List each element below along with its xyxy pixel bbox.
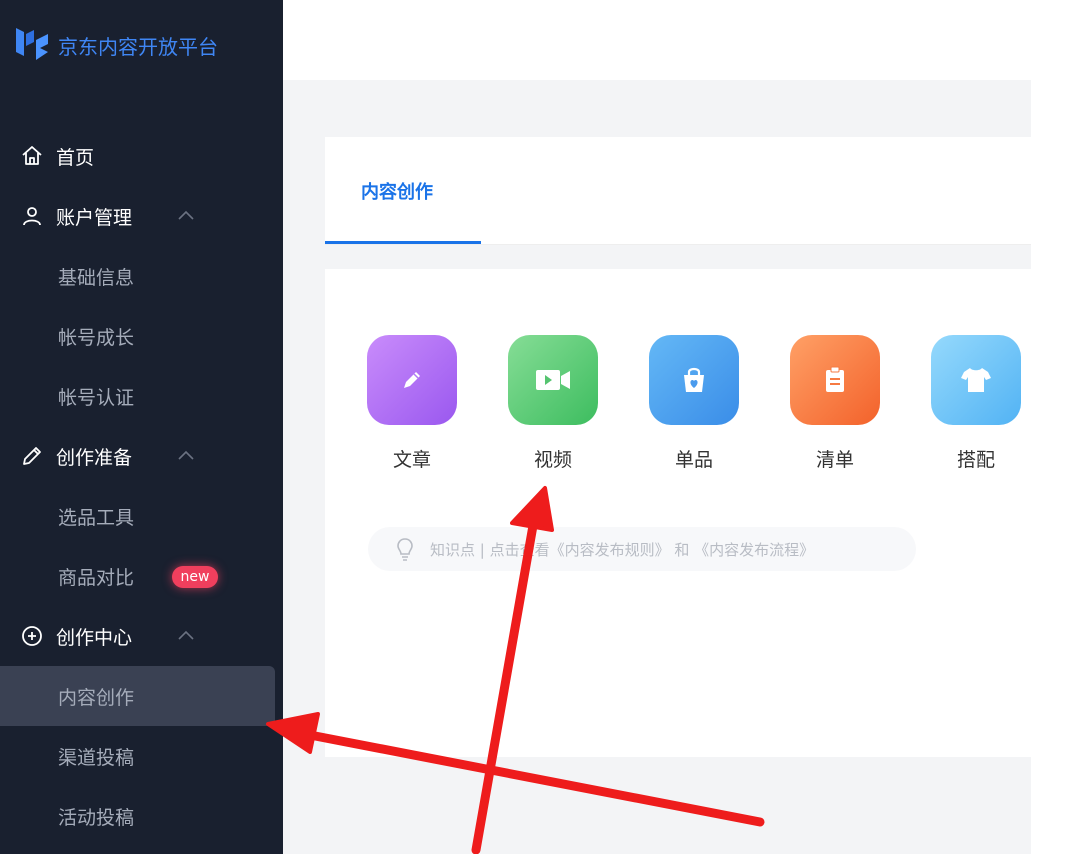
content-type-label: 视频: [533, 449, 572, 471]
item-tile[interactable]: [649, 335, 739, 425]
pen-icon: [404, 372, 420, 388]
tip-text[interactable]: 知识点 | 点击查看《内容发布规则》 和 《内容发布流程》: [430, 539, 814, 560]
clipboard-icon: [826, 366, 844, 392]
sidebar-item-label: 商品对比: [58, 566, 135, 589]
sidebar-item-activity-submit[interactable]: 活动投稿: [0, 786, 283, 846]
plus-circle-icon: [22, 626, 42, 646]
sidebar-item-label: 创作中心: [56, 626, 133, 649]
pencil-icon: [23, 447, 41, 465]
video-tile[interactable]: [508, 335, 598, 425]
content-type-label: 单品: [674, 449, 713, 471]
content-type-label: 清单: [815, 449, 854, 471]
chevron-up-icon[interactable]: [176, 206, 196, 226]
sidebar-item-home[interactable]: 首页: [0, 126, 283, 186]
tab-active-indicator: [325, 241, 481, 244]
lightbulb-icon: [397, 538, 413, 561]
content-type-label: 搭配: [956, 449, 995, 471]
shopping-bag-icon: [684, 367, 704, 392]
home-icon: [22, 146, 42, 165]
sidebar: 京东内容开放平台 首页 账户管理 基础信息 帐号成长 帐号认证 创作准备 选品工…: [0, 0, 283, 854]
tshirt-icon: [961, 368, 991, 392]
user-icon: [23, 207, 41, 226]
sidebar-item-creation-prep[interactable]: 创作准备: [0, 426, 283, 486]
chevron-up-icon[interactable]: [176, 626, 196, 646]
video-camera-icon: [536, 370, 570, 390]
sidebar-item-content-creation[interactable]: 内容创作: [0, 666, 283, 726]
sidebar-item-channel-submit[interactable]: 渠道投稿: [0, 726, 283, 786]
sidebar-item-product-compare[interactable]: 商品对比: [0, 546, 283, 606]
content-type-video[interactable]: 视频: [508, 335, 598, 475]
sidebar-item-account-verify[interactable]: 帐号认证: [0, 366, 283, 426]
outfit-tile[interactable]: [931, 335, 1021, 425]
content-type-label: 文章: [392, 449, 431, 471]
logo-text: 京东内容开放平台: [58, 34, 218, 59]
sidebar-item-account-growth[interactable]: 帐号成长: [0, 306, 283, 366]
content-type-article[interactable]: 文章: [367, 335, 457, 475]
sidebar-item-label: 活动投稿: [58, 806, 135, 829]
sidebar-item-label: 渠道投稿: [58, 746, 135, 769]
sidebar-item-label: 创作准备: [56, 446, 133, 469]
sidebar-item-label: 选品工具: [58, 506, 135, 529]
logo-mark-icon: [16, 28, 48, 60]
sidebar-item-product-tool[interactable]: 选品工具: [0, 486, 283, 546]
content-type-outfit[interactable]: 搭配: [931, 335, 1021, 475]
sidebar-item-label: 帐号成长: [58, 326, 135, 349]
article-tile[interactable]: [367, 335, 457, 425]
list-tile[interactable]: [790, 335, 880, 425]
sidebar-item-basic-info[interactable]: 基础信息: [0, 246, 283, 306]
sidebar-item-label: 内容创作: [58, 686, 135, 709]
new-badge: new: [172, 566, 218, 588]
sidebar-item-label: 首页: [56, 146, 95, 169]
sidebar-item-label: 帐号认证: [58, 386, 135, 409]
sidebar-item-label: 账户管理: [56, 206, 133, 229]
tab-content-creation[interactable]: 内容创作: [361, 178, 433, 204]
sidebar-item-creation-center[interactable]: 创作中心: [0, 606, 283, 666]
sidebar-item-account[interactable]: 账户管理: [0, 186, 283, 246]
content-type-list[interactable]: 清单: [790, 335, 880, 475]
logo[interactable]: 京东内容开放平台: [14, 24, 218, 66]
chevron-up-icon[interactable]: [176, 446, 196, 466]
content-type-item[interactable]: 单品: [649, 335, 739, 475]
sidebar-item-label: 基础信息: [58, 266, 135, 289]
